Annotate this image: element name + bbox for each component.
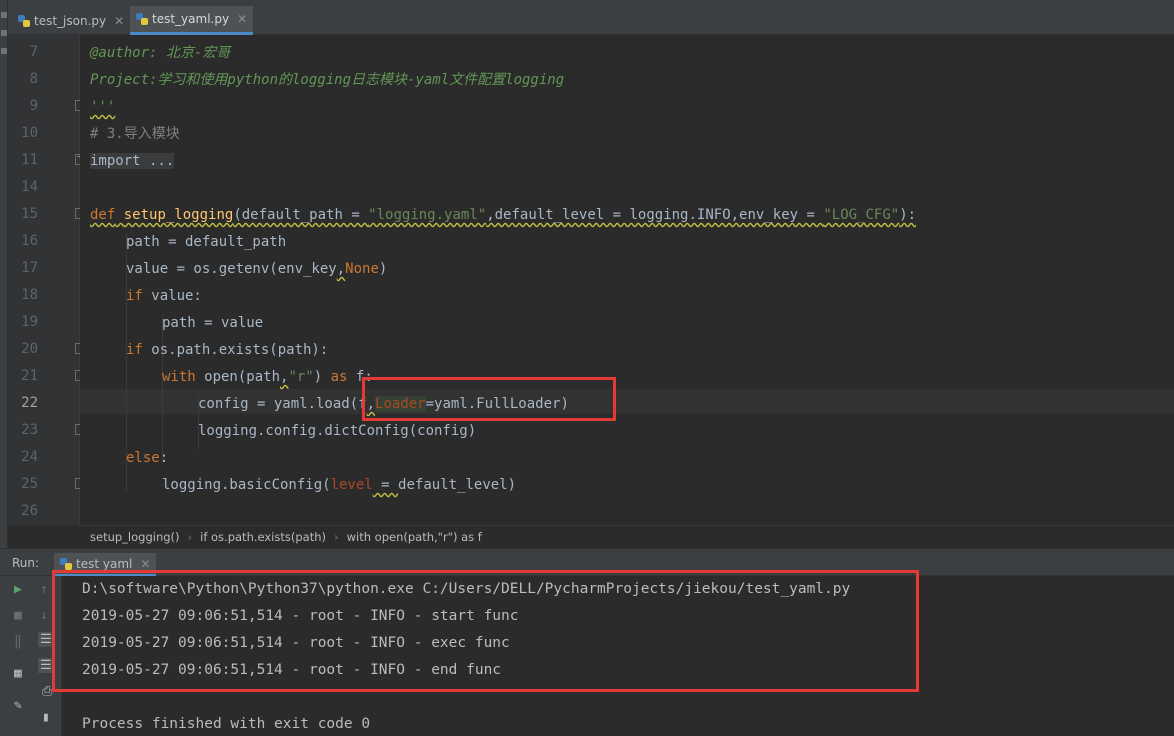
structure-tool-icon[interactable] xyxy=(1,30,7,36)
breadcrumb-item[interactable]: if os.path.exists(path) xyxy=(200,530,326,544)
python-file-icon xyxy=(136,13,148,25)
line-number: 23 xyxy=(21,422,38,438)
line-number: 10 xyxy=(21,125,38,141)
arrow-down-icon[interactable]: ↓ xyxy=(40,608,48,623)
chevron-right-icon: › xyxy=(187,530,193,544)
code-line-21: with open(path,"r") as f: xyxy=(162,367,373,387)
string-literal: "logging.yaml" xyxy=(368,207,487,223)
left-tool-strip xyxy=(0,0,8,548)
close-icon[interactable]: ✕ xyxy=(237,12,247,26)
arrow-up-icon[interactable]: ↑ xyxy=(40,582,48,597)
line-number-gutter: 7 8 9 10 11 14 15 16 17 18 19 20 21 22 2… xyxy=(8,35,86,525)
layout-icon[interactable]: ▦ xyxy=(14,666,22,681)
trash-icon[interactable]: ▮ xyxy=(42,710,50,725)
line-number: 7 xyxy=(29,44,38,60)
tab-label: test_json.py xyxy=(34,13,107,28)
code-line-18: if value: xyxy=(126,286,202,306)
console-line: Process finished with exit code 0 xyxy=(82,716,371,732)
run-label: Run: xyxy=(12,556,40,570)
code-line-10: # 3.导入模块 xyxy=(90,126,180,142)
run-tab-label: test yaml xyxy=(76,556,133,571)
code-fragment: os.path.exists(path): xyxy=(142,342,329,358)
keyword-if: if xyxy=(126,342,143,358)
keyword-as: as xyxy=(330,369,348,385)
breadcrumb: setup_logging() › if os.path.exists(path… xyxy=(80,525,1174,548)
code-line-15: def setup_logging(default_path = "loggin… xyxy=(90,205,916,225)
line-number: 16 xyxy=(21,233,38,249)
keyword-if: if xyxy=(126,288,143,304)
docstring-end: ''' xyxy=(90,99,116,115)
code-fragment: value: xyxy=(142,288,202,304)
code-editor[interactable]: @author: 北京-宏哥 Project:学习和使用python的loggi… xyxy=(80,35,1174,525)
code-line-23: logging.config.dictConfig(config) xyxy=(198,423,477,439)
code-fragment: : xyxy=(159,450,169,466)
code-fragment: ) xyxy=(313,369,331,385)
line-number: 19 xyxy=(21,314,38,330)
pin-icon[interactable]: ✎ xyxy=(14,698,22,713)
stop-icon[interactable]: ■ xyxy=(14,608,22,623)
line-number: 14 xyxy=(21,179,38,195)
string-literal: "LOG_CFG" xyxy=(823,207,900,223)
code-fragment: open(path xyxy=(195,369,281,385)
code-fragment: value = os.getenv(env_key xyxy=(126,261,337,277)
code-line-16: path = default_path xyxy=(126,234,287,250)
none-literal: None xyxy=(345,261,379,277)
line-number: 21 xyxy=(21,368,38,384)
chevron-right-icon: › xyxy=(334,530,339,544)
python-file-icon xyxy=(18,14,30,27)
highlight-box-code xyxy=(362,377,616,421)
tab-label: test_yaml.py xyxy=(152,12,230,26)
run-icon[interactable]: ▶ xyxy=(14,582,22,597)
line-number: 9 xyxy=(29,98,38,114)
line-number: 20 xyxy=(21,341,38,357)
code-fragment: config = yaml.load(f xyxy=(198,396,367,412)
line-number: 11 xyxy=(21,152,38,168)
breadcrumb-item[interactable]: with open(path,"r") as f xyxy=(347,530,482,544)
highlight-box-console xyxy=(52,570,919,692)
line-number: 17 xyxy=(21,260,38,276)
close-icon[interactable]: ✕ xyxy=(114,14,124,28)
code-fragment: logging.basicConfig( xyxy=(162,477,331,493)
keyword-else: else xyxy=(126,450,160,466)
code-line-25: logging.basicConfig(level = default_leve… xyxy=(162,475,516,495)
code-fragment: = xyxy=(372,477,399,493)
line-number: 18 xyxy=(21,287,38,303)
keyword-def: def xyxy=(90,207,116,223)
folded-imports[interactable]: import ... xyxy=(90,153,175,169)
close-icon[interactable]: ✕ xyxy=(140,557,150,571)
code-line-17: value = os.getenv(env_key,None) xyxy=(126,259,387,279)
line-number: 25 xyxy=(21,476,38,492)
tab-test-json[interactable]: test_json.py ✕ xyxy=(12,6,130,35)
print-icon[interactable]: ⎙ xyxy=(42,684,52,699)
favorites-tool-icon[interactable] xyxy=(1,48,7,54)
code-fragment: ) xyxy=(378,261,388,277)
line-number-current: 22 xyxy=(21,395,38,411)
line-number: 24 xyxy=(21,449,38,465)
project-tool-icon[interactable] xyxy=(1,12,7,18)
code-line-9: ''' xyxy=(90,97,115,117)
editor-tab-bar: test_json.py ✕ test_yaml.py ✕ xyxy=(8,0,1174,35)
keyword-argument: level xyxy=(330,477,373,493)
pause-icon[interactable]: ‖ xyxy=(14,634,22,649)
string-literal: "r" xyxy=(288,369,314,385)
code-fragment: (default_path = xyxy=(233,207,369,223)
code-fragment: default_level) xyxy=(398,477,517,493)
line-number: 8 xyxy=(29,71,38,87)
code-fragment: ): xyxy=(899,207,917,223)
code-line-24: else: xyxy=(126,448,168,468)
keyword-with: with xyxy=(162,369,196,385)
breadcrumb-item[interactable]: setup_logging() xyxy=(90,530,180,544)
code-line-8: Project:学习和使用python的logging日志模块-yaml文件配置… xyxy=(90,72,565,88)
line-number: 15 xyxy=(21,206,38,222)
line-number: 26 xyxy=(21,503,38,519)
tab-test-yaml[interactable]: test_yaml.py ✕ xyxy=(130,6,254,35)
code-line-20: if os.path.exists(path): xyxy=(126,340,328,360)
code-fragment: ,default_level = logging.INFO,env_key = xyxy=(486,207,824,223)
code-fragment: , xyxy=(336,261,346,277)
code-line-11: import ... xyxy=(90,151,175,171)
function-name: setup_logging xyxy=(123,207,234,223)
code-line-19: path = value xyxy=(162,315,264,331)
python-file-icon xyxy=(60,557,72,570)
code-line-7: @author: 北京-宏哥 xyxy=(90,45,231,61)
